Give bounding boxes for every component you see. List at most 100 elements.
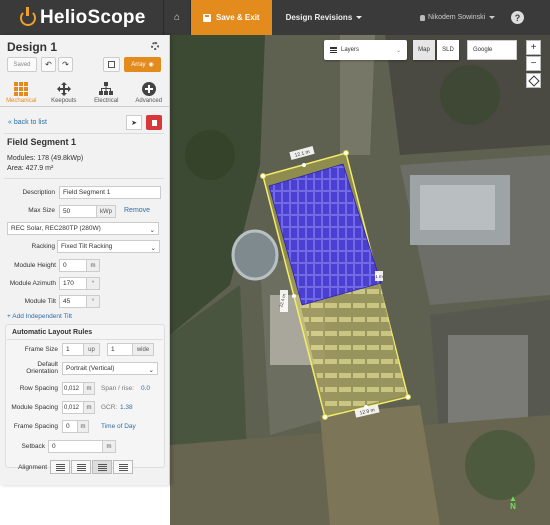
module-height-input[interactable]: 0 — [59, 259, 87, 272]
tab-label: Electrical — [94, 98, 119, 104]
tab-electrical[interactable]: Electrical — [85, 77, 128, 106]
tab-mechanical[interactable]: Mechanical — [0, 77, 43, 106]
plus-circle-icon — [141, 82, 156, 96]
module-azimuth-label: Module Azimuth — [9, 280, 56, 287]
description-label: Description — [22, 189, 55, 196]
zoom-out-button[interactable]: − — [526, 56, 541, 71]
back-to-list-link[interactable]: « back to list — [8, 119, 47, 126]
design-revisions-dropdown[interactable]: Design Revisions — [272, 0, 377, 35]
orientation-select-value: Portrait (Vertical) — [66, 365, 115, 372]
default-orientation-label-line1: Default — [37, 361, 58, 368]
align-right-button[interactable] — [113, 460, 133, 474]
zoom-in-button[interactable]: + — [526, 40, 541, 55]
racking-label: Racking — [31, 243, 55, 250]
row-spacing-label: Row Spacing — [19, 385, 58, 392]
add-field-segment-button[interactable] — [103, 57, 120, 72]
frame-spacing-input[interactable]: 0 — [62, 420, 78, 433]
helioscope-logo[interactable]: HelioScope — [0, 6, 163, 29]
user-menu[interactable]: Nikodem Sowinski — [420, 0, 496, 35]
automatic-layout-rules-title: Automatic Layout Rules — [12, 329, 93, 336]
caret-down-icon — [489, 16, 496, 19]
svg-text:1 m: 1 m — [375, 274, 383, 279]
help-button[interactable]: ? — [511, 11, 524, 24]
max-size-label: Max Size — [28, 207, 55, 214]
segment-modules: Modules: 178 (49.8kWp) — [7, 155, 84, 162]
add-independent-tilt-link[interactable]: + Add Independent Tilt — [7, 313, 72, 320]
tab-label: Mechanical — [6, 98, 37, 104]
module-tilt-input[interactable]: 45 — [59, 295, 87, 308]
tab-label: Keepouts — [51, 98, 77, 104]
segment-info: Modules: 178 (49.8kWp) Area: 427.9 m² — [7, 154, 83, 174]
gear-icon[interactable] — [151, 42, 159, 50]
crosshair-icon — [527, 74, 540, 87]
layers-label: Layers — [341, 47, 360, 53]
racking-select[interactable]: Fixed Tilt Racking ⌄ — [57, 240, 160, 253]
locate-segment-button[interactable]: ➤ — [126, 115, 142, 130]
module-select-value: REC Solar, REC280TP (280W) — [11, 225, 101, 232]
delete-segment-button[interactable] — [146, 115, 162, 130]
satellite-imagery: 12.1 m 12.9 m 22.4 m 1 m — [170, 35, 550, 525]
tab-advanced[interactable]: Advanced — [128, 77, 171, 106]
north-label: N — [510, 502, 516, 511]
align-justify-button[interactable] — [92, 460, 112, 474]
redo-button[interactable]: ↷ — [58, 57, 73, 72]
row-spacing-unit: m — [83, 382, 95, 395]
array-button[interactable]: Array ◉ — [124, 57, 161, 72]
design-tabs: Mechanical Keepouts Electrical Advanced — [0, 77, 170, 107]
frame-spacing-label: Frame Spacing — [13, 423, 58, 430]
span-rise-label: Span / rise: — [101, 385, 134, 392]
layers-icon — [330, 47, 337, 53]
chevron-down-icon: ⌄ — [395, 47, 401, 54]
recenter-button[interactable] — [526, 73, 541, 88]
undo-button[interactable]: ↶ — [41, 57, 56, 72]
chevron-down-icon: ⌄ — [150, 245, 156, 252]
chevron-down-icon: ⌄ — [149, 227, 155, 234]
user-icon — [420, 14, 425, 21]
move-icon — [56, 82, 71, 96]
align-left-button[interactable] — [50, 460, 70, 474]
save-icon — [203, 13, 211, 22]
remove-max-size-link[interactable]: Remove — [124, 207, 150, 214]
frame-up-input[interactable]: 1 — [62, 343, 84, 356]
design-revisions-label: Design Revisions — [285, 13, 353, 22]
tab-keepouts[interactable]: Keepouts — [43, 77, 86, 106]
module-tilt-label: Module Tilt — [24, 298, 56, 305]
design-sidebar: Design 1 Saved ↶ ↷ Array ◉ Mechanical Ke… — [0, 35, 170, 485]
save-exit-button[interactable]: Save & Exit — [191, 0, 272, 35]
frame-up-unit: up — [83, 343, 100, 356]
sld-view-button[interactable]: SLD — [437, 40, 459, 60]
layers-dropdown[interactable]: Layers ⌄ — [324, 40, 407, 60]
home-button[interactable]: ⌂ — [163, 0, 191, 35]
time-of-day-link[interactable]: Time of Day — [101, 423, 136, 430]
saved-button[interactable]: Saved — [7, 57, 37, 72]
user-name: Nikodem Sowinski — [428, 14, 486, 21]
tab-label: Advanced — [135, 98, 163, 104]
module-azimuth-unit: ° — [86, 277, 100, 290]
frame-spacing-unit: m — [77, 420, 89, 433]
module-azimuth-input[interactable]: 170 — [59, 277, 87, 290]
description-input[interactable]: Field Segment 1 — [59, 186, 161, 199]
module-spacing-unit: m — [83, 401, 95, 414]
module-tilt-unit: ° — [86, 295, 100, 308]
setback-input[interactable]: 0 — [48, 440, 103, 453]
map-view-button[interactable]: Map — [413, 40, 435, 60]
row-spacing-input[interactable]: 0,012 — [62, 382, 84, 395]
module-spacing-input[interactable]: 0,012 — [62, 401, 84, 414]
orientation-select[interactable]: Portrait (Vertical) ⌄ — [62, 362, 158, 375]
map-provider-select[interactable]: Google — [467, 40, 517, 60]
segment-area: Area: 427.9 m² — [7, 165, 54, 172]
align-center-button[interactable] — [71, 460, 91, 474]
frame-wide-input[interactable]: 1 — [107, 343, 133, 356]
module-height-unit: m — [86, 259, 100, 272]
setback-label: Setback — [21, 443, 46, 450]
align-right-icon — [118, 463, 128, 471]
racking-select-value: Fixed Tilt Racking — [61, 243, 113, 250]
logo-text: HelioScope — [40, 6, 146, 28]
divider — [4, 178, 164, 179]
gcr-label: GCR: — [101, 404, 118, 411]
map-canvas[interactable]: 12.1 m 12.9 m 22.4 m 1 m Layers ⌄ Map SL… — [170, 35, 550, 525]
module-select[interactable]: REC Solar, REC280TP (280W) ⌄ — [7, 222, 159, 235]
max-size-input[interactable]: 50 — [59, 205, 97, 218]
default-orientation-label: Default Orientation — [5, 361, 58, 375]
frame-size-label: Frame Size — [24, 346, 58, 353]
